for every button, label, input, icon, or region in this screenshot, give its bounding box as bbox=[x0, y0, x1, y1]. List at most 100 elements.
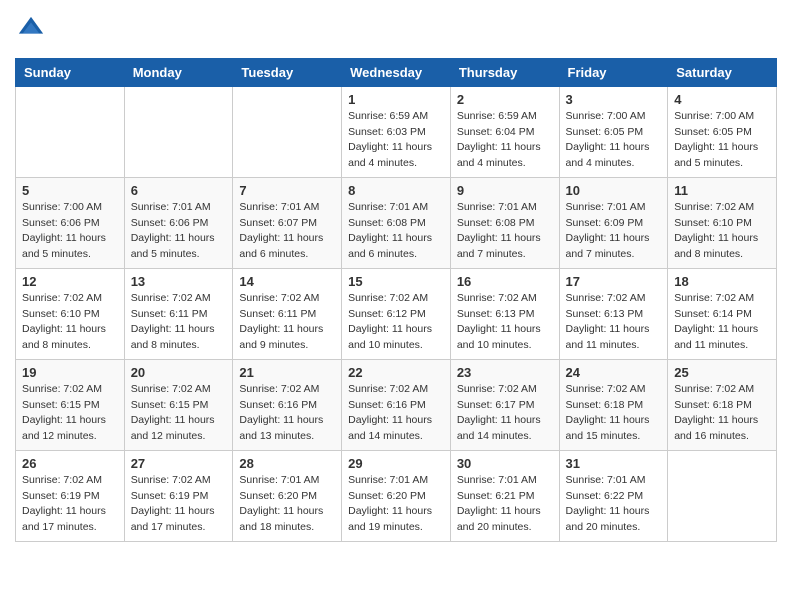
calendar-cell: 8 Sunrise: 7:01 AM Sunset: 6:08 PM Daylig… bbox=[342, 177, 451, 268]
day-number: 25 bbox=[674, 365, 770, 380]
day-info: Sunrise: 7:00 AM Sunset: 6:06 PM Dayligh… bbox=[22, 200, 118, 263]
day-info: Sunrise: 7:01 AM Sunset: 6:08 PM Dayligh… bbox=[457, 200, 553, 263]
day-info: Sunrise: 7:00 AM Sunset: 6:05 PM Dayligh… bbox=[566, 109, 662, 172]
calendar-cell bbox=[233, 86, 342, 177]
weekday-header: Saturday bbox=[668, 58, 777, 86]
calendar-cell: 1 Sunrise: 6:59 AM Sunset: 6:03 PM Daylig… bbox=[342, 86, 451, 177]
day-number: 7 bbox=[239, 183, 335, 198]
weekday-header: Wednesday bbox=[342, 58, 451, 86]
weekday-header: Thursday bbox=[450, 58, 559, 86]
calendar-cell: 29 Sunrise: 7:01 AM Sunset: 6:20 PM Dayli… bbox=[342, 450, 451, 541]
calendar-cell bbox=[124, 86, 233, 177]
weekday-header: Friday bbox=[559, 58, 668, 86]
day-number: 8 bbox=[348, 183, 444, 198]
day-info: Sunrise: 7:00 AM Sunset: 6:05 PM Dayligh… bbox=[674, 109, 770, 172]
day-info: Sunrise: 7:01 AM Sunset: 6:07 PM Dayligh… bbox=[239, 200, 335, 263]
calendar-cell: 26 Sunrise: 7:02 AM Sunset: 6:19 PM Dayli… bbox=[16, 450, 125, 541]
calendar-cell: 15 Sunrise: 7:02 AM Sunset: 6:12 PM Dayli… bbox=[342, 268, 451, 359]
calendar-cell: 28Sunrise: 7:01 AM Sunset: 6:20 PM Dayli… bbox=[233, 450, 342, 541]
day-info: Sunrise: 7:02 AM Sunset: 6:13 PM Dayligh… bbox=[457, 291, 553, 354]
day-number: 16 bbox=[457, 274, 553, 289]
day-number: 15 bbox=[348, 274, 444, 289]
day-number: 12 bbox=[22, 274, 118, 289]
day-info: Sunrise: 7:02 AM Sunset: 6:19 PM Dayligh… bbox=[22, 473, 118, 536]
calendar-cell: 21 Sunrise: 7:02 AM Sunset: 6:16 PM Dayli… bbox=[233, 359, 342, 450]
calendar-cell: 3 Sunrise: 7:00 AM Sunset: 6:05 PM Daylig… bbox=[559, 86, 668, 177]
day-info: Sunrise: 7:02 AM Sunset: 6:10 PM Dayligh… bbox=[22, 291, 118, 354]
logo-icon bbox=[17, 15, 45, 43]
day-number: 23 bbox=[457, 365, 553, 380]
day-info: Sunrise: 7:01 AM Sunset: 6:06 PM Dayligh… bbox=[131, 200, 227, 263]
day-info: Sunrise: 7:02 AM Sunset: 6:18 PM Dayligh… bbox=[566, 382, 662, 445]
calendar-cell: 25 Sunrise: 7:02 AM Sunset: 6:18 PM Dayli… bbox=[668, 359, 777, 450]
calendar-cell: 14 Sunrise: 7:02 AM Sunset: 6:11 PM Dayli… bbox=[233, 268, 342, 359]
logo bbox=[15, 15, 45, 48]
calendar-cell: 11Sunrise: 7:02 AM Sunset: 6:10 PM Dayli… bbox=[668, 177, 777, 268]
calendar-cell: 6 Sunrise: 7:01 AM Sunset: 6:06 PM Daylig… bbox=[124, 177, 233, 268]
day-info: Sunrise: 7:02 AM Sunset: 6:18 PM Dayligh… bbox=[674, 382, 770, 445]
day-info: Sunrise: 7:02 AM Sunset: 6:17 PM Dayligh… bbox=[457, 382, 553, 445]
day-number: 4 bbox=[674, 92, 770, 107]
calendar-cell bbox=[16, 86, 125, 177]
calendar-week-row: 5 Sunrise: 7:00 AM Sunset: 6:06 PM Daylig… bbox=[16, 177, 777, 268]
calendar-cell: 20 Sunrise: 7:02 AM Sunset: 6:15 PM Dayli… bbox=[124, 359, 233, 450]
calendar-cell: 27 Sunrise: 7:02 AM Sunset: 6:19 PM Dayli… bbox=[124, 450, 233, 541]
calendar-cell: 23 Sunrise: 7:02 AM Sunset: 6:17 PM Dayli… bbox=[450, 359, 559, 450]
day-info: Sunrise: 7:02 AM Sunset: 6:14 PM Dayligh… bbox=[674, 291, 770, 354]
calendar-cell: 24 Sunrise: 7:02 AM Sunset: 6:18 PM Dayli… bbox=[559, 359, 668, 450]
day-info: Sunrise: 7:02 AM Sunset: 6:16 PM Dayligh… bbox=[239, 382, 335, 445]
day-info: Sunrise: 7:02 AM Sunset: 6:11 PM Dayligh… bbox=[239, 291, 335, 354]
day-number: 9 bbox=[457, 183, 553, 198]
day-number: 29 bbox=[348, 456, 444, 471]
calendar-cell: 5 Sunrise: 7:00 AM Sunset: 6:06 PM Daylig… bbox=[16, 177, 125, 268]
day-number: 19 bbox=[22, 365, 118, 380]
day-info: Sunrise: 7:02 AM Sunset: 6:19 PM Dayligh… bbox=[131, 473, 227, 536]
day-number: 27 bbox=[131, 456, 227, 471]
calendar-cell: 19 Sunrise: 7:02 AM Sunset: 6:15 PM Dayli… bbox=[16, 359, 125, 450]
day-info: Sunrise: 7:01 AM Sunset: 6:20 PM Dayligh… bbox=[348, 473, 444, 536]
day-number: 14 bbox=[239, 274, 335, 289]
calendar-cell: 22Sunrise: 7:02 AM Sunset: 6:16 PM Dayli… bbox=[342, 359, 451, 450]
calendar-cell: 13Sunrise: 7:02 AM Sunset: 6:11 PM Dayli… bbox=[124, 268, 233, 359]
day-info: Sunrise: 7:02 AM Sunset: 6:10 PM Dayligh… bbox=[674, 200, 770, 263]
day-number: 1 bbox=[348, 92, 444, 107]
day-number: 20 bbox=[131, 365, 227, 380]
day-number: 6 bbox=[131, 183, 227, 198]
calendar-week-row: 1 Sunrise: 6:59 AM Sunset: 6:03 PM Daylig… bbox=[16, 86, 777, 177]
day-number: 10 bbox=[566, 183, 662, 198]
calendar-week-row: 26 Sunrise: 7:02 AM Sunset: 6:19 PM Dayli… bbox=[16, 450, 777, 541]
weekday-header: Sunday bbox=[16, 58, 125, 86]
calendar-cell: 10 Sunrise: 7:01 AM Sunset: 6:09 PM Dayli… bbox=[559, 177, 668, 268]
day-info: Sunrise: 7:02 AM Sunset: 6:12 PM Dayligh… bbox=[348, 291, 444, 354]
calendar-cell: 17 Sunrise: 7:02 AM Sunset: 6:13 PM Dayli… bbox=[559, 268, 668, 359]
day-info: Sunrise: 7:01 AM Sunset: 6:08 PM Dayligh… bbox=[348, 200, 444, 263]
day-info: Sunrise: 7:01 AM Sunset: 6:09 PM Dayligh… bbox=[566, 200, 662, 263]
day-info: Sunrise: 7:02 AM Sunset: 6:15 PM Dayligh… bbox=[131, 382, 227, 445]
calendar-cell bbox=[668, 450, 777, 541]
day-info: Sunrise: 7:01 AM Sunset: 6:21 PM Dayligh… bbox=[457, 473, 553, 536]
calendar-cell: 16 Sunrise: 7:02 AM Sunset: 6:13 PM Dayli… bbox=[450, 268, 559, 359]
day-info: Sunrise: 7:02 AM Sunset: 6:13 PM Dayligh… bbox=[566, 291, 662, 354]
calendar-cell: 30 Sunrise: 7:01 AM Sunset: 6:21 PM Dayli… bbox=[450, 450, 559, 541]
calendar-cell: 2Sunrise: 6:59 AM Sunset: 6:04 PM Daylig… bbox=[450, 86, 559, 177]
day-number: 31 bbox=[566, 456, 662, 471]
calendar-cell: 12 Sunrise: 7:02 AM Sunset: 6:10 PM Dayli… bbox=[16, 268, 125, 359]
day-info: Sunrise: 7:01 AM Sunset: 6:22 PM Dayligh… bbox=[566, 473, 662, 536]
weekday-header: Monday bbox=[124, 58, 233, 86]
day-info: Sunrise: 6:59 AM Sunset: 6:04 PM Dayligh… bbox=[457, 109, 553, 172]
calendar-cell: 9 Sunrise: 7:01 AM Sunset: 6:08 PM Daylig… bbox=[450, 177, 559, 268]
day-number: 17 bbox=[566, 274, 662, 289]
day-info: Sunrise: 7:02 AM Sunset: 6:11 PM Dayligh… bbox=[131, 291, 227, 354]
day-number: 5 bbox=[22, 183, 118, 198]
weekday-header: Tuesday bbox=[233, 58, 342, 86]
day-number: 3 bbox=[566, 92, 662, 107]
day-info: Sunrise: 7:01 AM Sunset: 6:20 PM Dayligh… bbox=[239, 473, 335, 536]
day-info: Sunrise: 6:59 AM Sunset: 6:03 PM Dayligh… bbox=[348, 109, 444, 172]
day-info: Sunrise: 7:02 AM Sunset: 6:16 PM Dayligh… bbox=[348, 382, 444, 445]
day-number: 24 bbox=[566, 365, 662, 380]
day-number: 21 bbox=[239, 365, 335, 380]
day-number: 30 bbox=[457, 456, 553, 471]
day-number: 26 bbox=[22, 456, 118, 471]
day-info: Sunrise: 7:02 AM Sunset: 6:15 PM Dayligh… bbox=[22, 382, 118, 445]
calendar-cell: 18Sunrise: 7:02 AM Sunset: 6:14 PM Dayli… bbox=[668, 268, 777, 359]
